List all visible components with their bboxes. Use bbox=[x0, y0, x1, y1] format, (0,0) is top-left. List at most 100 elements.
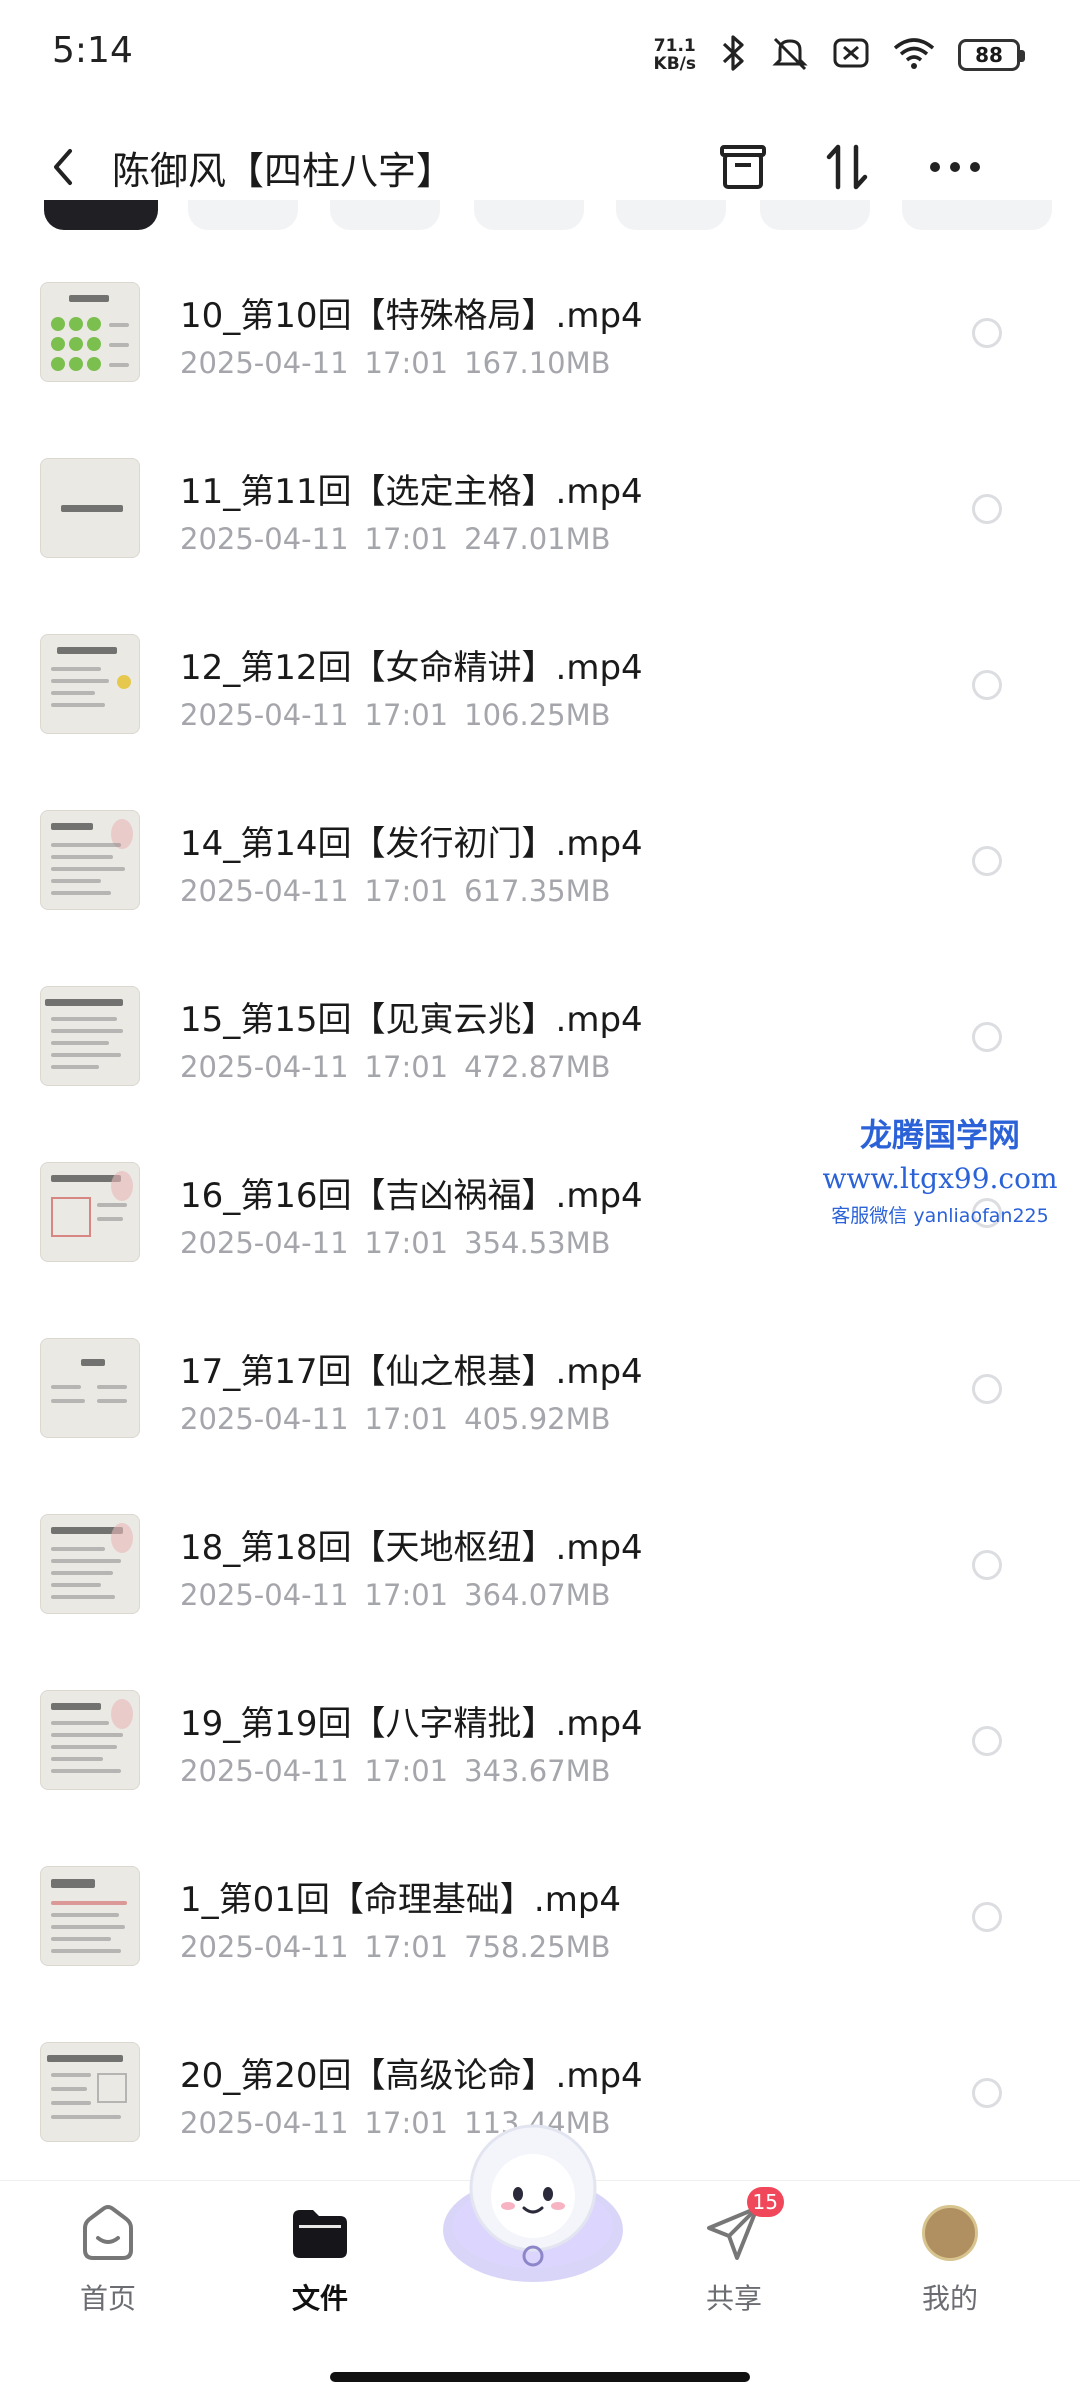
file-date: 2025-04-11 bbox=[180, 346, 349, 380]
network-speed-value: 71.1 bbox=[653, 36, 696, 56]
nav-files[interactable]: 文件 bbox=[250, 2201, 390, 2331]
page-title: 陈御风【四柱八字】 bbox=[112, 149, 455, 193]
home-icon bbox=[76, 2201, 140, 2265]
file-size: 758.25MB bbox=[464, 1930, 611, 1964]
filter-chip[interactable] bbox=[902, 200, 1052, 230]
file-date: 2025-04-11 bbox=[180, 1930, 349, 1964]
file-time: 17:01 bbox=[364, 2106, 449, 2140]
more-options-button[interactable] bbox=[920, 134, 990, 204]
file-date: 2025-04-11 bbox=[180, 522, 349, 556]
file-date: 2025-04-11 bbox=[180, 1050, 349, 1084]
file-name: 20_第20回【高级论命】.mp4 bbox=[180, 2056, 643, 2096]
file-meta: 2025-04-11 17:01 617.35MB bbox=[180, 874, 611, 908]
file-meta: 2025-04-11 17:01 343.67MB bbox=[180, 1754, 611, 1788]
back-button[interactable] bbox=[38, 134, 88, 204]
select-radio[interactable] bbox=[972, 670, 1002, 700]
file-date: 2025-04-11 bbox=[180, 1226, 349, 1260]
select-radio[interactable] bbox=[972, 1550, 1002, 1580]
nav-share[interactable]: 15 共享 bbox=[664, 2187, 804, 2331]
select-radio[interactable] bbox=[972, 494, 1002, 524]
share-plane-icon: 15 bbox=[702, 2187, 784, 2265]
file-name: 12_第12回【女命精讲】.mp4 bbox=[180, 648, 643, 688]
file-name: 19_第19回【八字精批】.mp4 bbox=[180, 1704, 643, 1744]
file-name: 1_第01回【命理基础】.mp4 bbox=[180, 1880, 622, 1920]
battery-indicator: 88 bbox=[958, 39, 1025, 71]
sort-button[interactable] bbox=[812, 134, 882, 204]
file-time: 17:01 bbox=[364, 1226, 449, 1260]
file-time: 17:01 bbox=[364, 1402, 449, 1436]
select-radio[interactable] bbox=[972, 1374, 1002, 1404]
file-row[interactable]: 17_第17回【仙之根基】.mp4 2025-04-11 17:01 405.92M… bbox=[0, 1306, 1080, 1482]
file-row[interactable]: 11_第11回【选定主格】.mp4 2025-04-11 17:01 247.01M… bbox=[0, 426, 1080, 602]
nav-home[interactable]: 首页 bbox=[38, 2201, 178, 2331]
file-meta: 2025-04-11 17:01 405.92MB bbox=[180, 1402, 611, 1436]
nav-profile[interactable]: 我的 bbox=[880, 2201, 1020, 2331]
status-icons: 71.1 KB/s 88 bbox=[654, 30, 1025, 80]
file-date: 2025-04-11 bbox=[180, 1578, 349, 1612]
file-row[interactable]: 12_第12回【女命精讲】.mp4 2025-04-11 17:01 106.25M… bbox=[0, 602, 1080, 778]
select-radio[interactable] bbox=[972, 2078, 1002, 2108]
file-row[interactable]: 18_第18回【天地枢纽】.mp4 2025-04-11 17:01 364.07M… bbox=[0, 1482, 1080, 1658]
folder-icon bbox=[288, 2201, 352, 2265]
file-date: 2025-04-11 bbox=[180, 1402, 349, 1436]
video-thumbnail bbox=[40, 1866, 140, 1966]
watermark: 龙腾国学网 www.ltgx99.com 客服微信 yanliaofan225 bbox=[800, 1110, 1080, 1228]
select-radio[interactable] bbox=[972, 318, 1002, 348]
video-thumbnail bbox=[40, 282, 140, 382]
file-size: 405.92MB bbox=[464, 1402, 611, 1436]
file-size: 354.53MB bbox=[464, 1226, 611, 1260]
avatar-wrapper bbox=[918, 2201, 982, 2265]
file-size: 167.10MB bbox=[464, 346, 611, 380]
file-name: 11_第11回【选定主格】.mp4 bbox=[180, 472, 643, 512]
nav-label: 我的 bbox=[921, 2282, 978, 2315]
nav-label: 共享 bbox=[705, 2282, 762, 2315]
archive-icon bbox=[717, 141, 769, 197]
file-row[interactable]: 15_第15回【见寅云兆】.mp4 2025-04-11 17:01 472.87M… bbox=[0, 954, 1080, 1130]
file-meta: 2025-04-11 17:01 364.07MB bbox=[180, 1578, 611, 1612]
file-meta: 2025-04-11 17:01 167.10MB bbox=[180, 346, 611, 380]
watermark-site-name: 龙腾国学网 bbox=[859, 1116, 1020, 1154]
select-radio[interactable] bbox=[972, 1022, 1002, 1052]
select-radio[interactable] bbox=[972, 1726, 1002, 1756]
filter-chip[interactable] bbox=[188, 200, 298, 230]
file-time: 17:01 bbox=[364, 1930, 449, 1964]
video-thumbnail bbox=[40, 1514, 140, 1614]
video-thumbnail bbox=[40, 986, 140, 1086]
status-bar: 5:14 71.1 KB/s 88 bbox=[0, 0, 1080, 110]
filter-chip[interactable] bbox=[760, 200, 870, 230]
video-thumbnail bbox=[40, 634, 140, 734]
filter-chip[interactable] bbox=[330, 200, 440, 230]
filter-chip-active[interactable] bbox=[44, 200, 158, 230]
more-horizontal-icon bbox=[927, 157, 983, 181]
file-time: 17:01 bbox=[364, 346, 449, 380]
video-thumbnail bbox=[40, 1690, 140, 1790]
file-row[interactable]: 10_第10回【特殊格局】.mp4 2025-04-11 17:01 167.10M… bbox=[0, 250, 1080, 426]
video-thumbnail bbox=[40, 1338, 140, 1438]
file-row[interactable]: 19_第19回【八字精批】.mp4 2025-04-11 17:01 343.67M… bbox=[0, 1658, 1080, 1834]
filter-chip-row bbox=[0, 200, 1080, 240]
file-size: 364.07MB bbox=[464, 1578, 611, 1612]
file-meta: 2025-04-11 17:01 354.53MB bbox=[180, 1226, 611, 1260]
assistant-mascot-button[interactable] bbox=[438, 2110, 628, 2300]
file-meta: 2025-04-11 17:01 247.01MB bbox=[180, 522, 611, 556]
filter-chip[interactable] bbox=[474, 200, 584, 230]
file-time: 17:01 bbox=[364, 874, 449, 908]
file-row[interactable]: 1_第01回【命理基础】.mp4 2025-04-11 17:01 758.25MB bbox=[0, 1834, 1080, 2010]
network-speed-unit: KB/s bbox=[653, 54, 696, 74]
nav-label: 文件 bbox=[291, 2282, 348, 2315]
archive-button[interactable] bbox=[708, 134, 778, 204]
file-name: 14_第14回【发行初门】.mp4 bbox=[180, 824, 643, 864]
file-date: 2025-04-11 bbox=[180, 1754, 349, 1788]
select-radio[interactable] bbox=[972, 846, 1002, 876]
video-thumbnail bbox=[40, 1162, 140, 1262]
watermark-url: www.ltgx99.com bbox=[822, 1162, 1058, 1195]
avatar bbox=[922, 2205, 978, 2261]
file-name: 15_第15回【见寅云兆】.mp4 bbox=[180, 1000, 643, 1040]
file-date: 2025-04-11 bbox=[180, 698, 349, 732]
home-indicator[interactable] bbox=[330, 2372, 750, 2382]
file-row[interactable]: 14_第14回【发行初门】.mp4 2025-04-11 17:01 617.35M… bbox=[0, 778, 1080, 954]
select-radio[interactable] bbox=[972, 1902, 1002, 1932]
network-speed: 71.1 KB/s bbox=[654, 37, 696, 73]
filter-chip[interactable] bbox=[616, 200, 726, 230]
file-size: 106.25MB bbox=[464, 698, 611, 732]
